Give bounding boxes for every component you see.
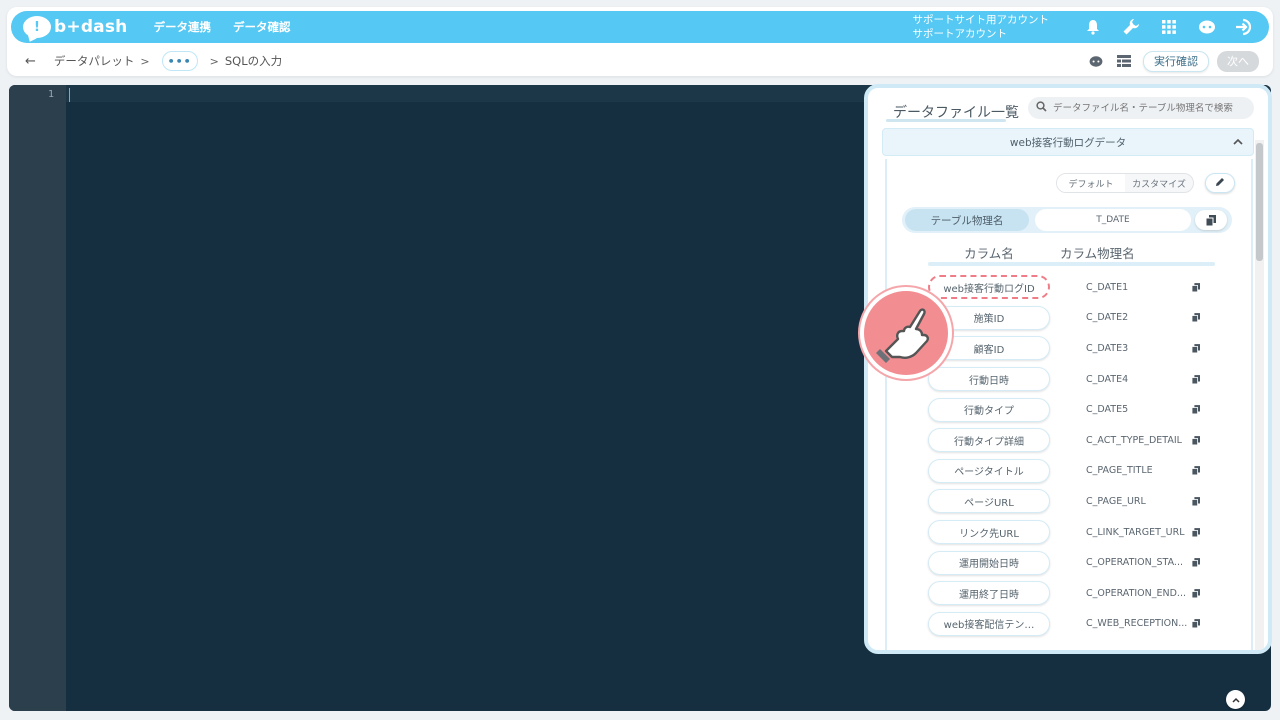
breadcrumb-separator: > — [140, 54, 150, 68]
logo-text: b+dash — [54, 17, 128, 37]
column-row: web接客配信テン… C_WEB_RECEPTION... — [928, 609, 1228, 640]
line-number: 1 — [47, 89, 54, 100]
grid-icon[interactable] — [1159, 17, 1179, 37]
edit-button[interactable] — [1205, 173, 1235, 193]
breadcrumb-current: SQLの入力 — [224, 54, 283, 68]
account-name: サポートサイト用アカウント — [912, 14, 1050, 26]
pointing-hand-icon — [876, 308, 929, 363]
header: ! b+dash データ連携 データ確認 サポートサイト用アカウント サポートア… — [7, 7, 1273, 76]
panel-scroll-thumb[interactable] — [1256, 143, 1263, 261]
column-name-pill[interactable]: 運用終了日時 — [928, 581, 1050, 606]
column-list: web接客行動ログID C_DATE1 施策ID C_DATE2 顧客ID C_DATE3… — [928, 272, 1228, 639]
chat-bot-icon[interactable] — [1087, 52, 1105, 70]
column-physical-name: C_WEB_RECEPTION... — [1086, 618, 1188, 630]
table-name-value: T_DATE — [1035, 209, 1191, 231]
column-name-pill[interactable]: web接客配信テン… — [928, 611, 1050, 636]
data-file-accordion[interactable]: web接客行動ログデータ — [882, 128, 1254, 156]
search-icon — [1036, 101, 1047, 115]
column-physical-name: C_OPERATION_END... — [1086, 587, 1186, 599]
column-name-pill[interactable]: 行動タイプ詳細 — [928, 428, 1050, 453]
column-row: ページURL C_PAGE_URL — [928, 486, 1228, 517]
column-physical-name: C_DATE1 — [1086, 281, 1129, 293]
breadcrumb-more-button[interactable]: ••• — [161, 51, 198, 71]
copy-icon[interactable] — [1191, 435, 1201, 445]
copy-icon[interactable] — [1191, 313, 1201, 323]
logout-icon[interactable] — [1235, 17, 1255, 37]
table-physical-name-row: テーブル物理名 T_DATE — [902, 207, 1232, 233]
copy-icon[interactable] — [1191, 282, 1201, 292]
top-navigation-bar: ! b+dash データ連携 データ確認 サポートサイト用アカウント サポートア… — [11, 11, 1269, 43]
column-physical-name: C_DATE5 — [1086, 404, 1129, 416]
toggle-custom[interactable]: カスタマイズ — [1125, 174, 1193, 192]
account-info[interactable]: サポートサイト用アカウント サポートアカウント — [913, 13, 1050, 41]
header-column-physical: カラム物理名 — [1060, 246, 1135, 261]
text-cursor — [69, 88, 70, 102]
column-name-pill[interactable]: 運用開始日時 — [928, 550, 1050, 575]
copy-icon[interactable] — [1191, 405, 1201, 415]
title-underline — [886, 119, 1006, 122]
search-input[interactable] — [1028, 97, 1254, 119]
column-row: ページタイトル C_PAGE_TITLE — [928, 456, 1228, 487]
column-physical-name: C_DATE2 — [1086, 312, 1129, 324]
scroll-to-top-button[interactable] — [1226, 690, 1245, 709]
nav-data-check[interactable]: データ確認 — [233, 19, 291, 35]
pencil-icon — [1215, 177, 1225, 190]
breadcrumb-data-palette[interactable]: データパレット — [54, 53, 135, 69]
logo[interactable]: ! b+dash — [23, 16, 127, 38]
wrench-icon[interactable] — [1121, 17, 1141, 37]
column-physical-name: C_PAGE_TITLE — [1086, 465, 1153, 477]
column-physical-name: C_ACT_TYPE_DETAIL — [1086, 434, 1182, 446]
copy-icon[interactable] — [1191, 588, 1201, 598]
logo-bubble-icon: ! — [23, 16, 51, 38]
account-sub: サポートアカウント — [912, 28, 1008, 40]
column-physical-name: C_DATE4 — [1086, 373, 1129, 385]
column-physical-name: C_LINK_TARGET_URL — [1086, 526, 1185, 538]
copy-icon[interactable] — [1191, 374, 1201, 384]
view-mode-toggle: デフォルト カスタマイズ — [1056, 173, 1194, 193]
column-name-pill[interactable]: 行動タイプ — [928, 397, 1050, 422]
header-divider — [928, 262, 1215, 266]
nav-data-integration[interactable]: データ連携 — [153, 19, 211, 35]
column-row: 顧客ID C_DATE3 — [928, 333, 1228, 364]
table-name-label: テーブル物理名 — [905, 209, 1029, 231]
column-row: リンク先URL C_LINK_TARGET_URL — [928, 517, 1228, 548]
table-list-icon[interactable] — [1115, 52, 1133, 70]
arrow-left-icon[interactable]: ← — [25, 54, 36, 69]
chat-bot-icon[interactable] — [1197, 17, 1217, 37]
chevron-up-icon[interactable] — [1233, 135, 1243, 148]
copy-icon[interactable] — [1191, 619, 1201, 629]
next-button[interactable]: 次へ — [1217, 50, 1259, 72]
data-file-name: web接客行動ログデータ — [1009, 136, 1127, 149]
copy-icon[interactable] — [1191, 558, 1201, 568]
pointer-hand-indicator — [860, 287, 952, 379]
column-physical-name: C_OPERATION_STA... — [1086, 557, 1183, 569]
column-name-pill[interactable]: ページURL — [928, 489, 1050, 514]
column-row: 運用終了日時 C_OPERATION_END... — [928, 578, 1228, 609]
column-headers: カラム名 カラム物理名 — [928, 243, 1228, 262]
column-row: web接客行動ログID C_DATE1 — [928, 272, 1228, 303]
line-number-gutter: 1 — [9, 85, 66, 711]
breadcrumb-item-label: データパレット — [53, 54, 135, 68]
header-column-name: カラム名 — [964, 246, 1014, 261]
column-physical-name: C_DATE3 — [1086, 342, 1129, 354]
copy-icon[interactable] — [1191, 496, 1201, 506]
column-row: 行動タイプ詳細 C_ACT_TYPE_DETAIL — [928, 425, 1228, 456]
copy-icon[interactable] — [1191, 466, 1201, 476]
copy-icon[interactable] — [1191, 527, 1201, 537]
column-row: 行動タイプ C_DATE5 — [928, 394, 1228, 425]
copy-button[interactable] — [1195, 210, 1227, 230]
column-row: 施策ID C_DATE2 — [928, 303, 1228, 334]
column-name-pill[interactable]: ページタイトル — [928, 458, 1050, 483]
search-field[interactable] — [1053, 102, 1243, 114]
breadcrumb-separator: > — [209, 54, 219, 68]
run-check-button[interactable]: 実行確認 — [1143, 50, 1209, 72]
column-row: 運用開始日時 C_OPERATION_STA... — [928, 547, 1228, 578]
bell-icon[interactable] — [1083, 17, 1103, 37]
breadcrumb: ← データパレット > ••• > SQLの入力 実行確認 次へ — [7, 47, 1273, 75]
column-physical-name: C_PAGE_URL — [1086, 495, 1146, 507]
column-row: 行動日時 C_DATE4 — [928, 364, 1228, 395]
copy-icon[interactable] — [1191, 343, 1201, 353]
column-name-pill[interactable]: リンク先URL — [928, 520, 1050, 545]
toggle-default[interactable]: デフォルト — [1057, 174, 1125, 192]
